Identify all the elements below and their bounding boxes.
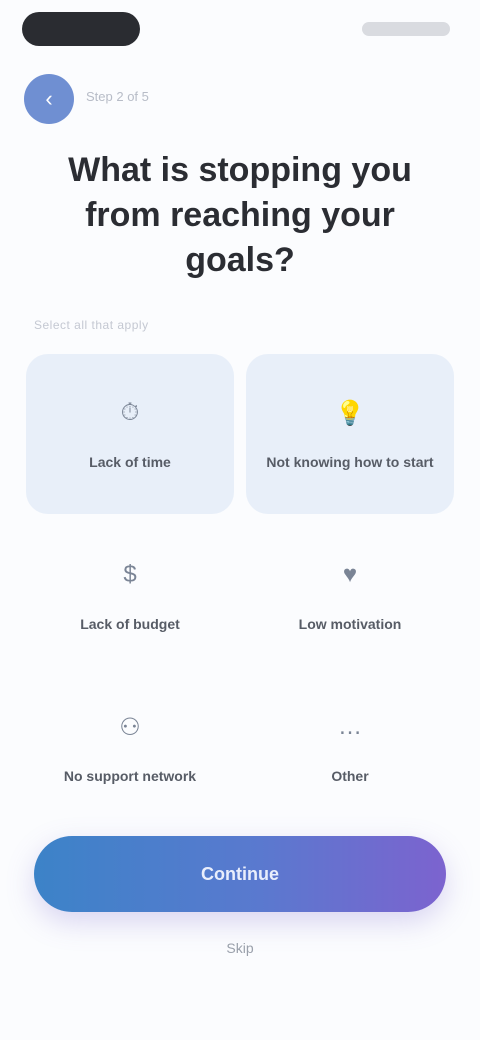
money-icon: $ [123, 561, 137, 588]
option-label: No support network [63, 768, 197, 784]
continue-button[interactable]: Continue [34, 836, 446, 912]
people-icon: ⚇ [119, 713, 141, 741]
option-no-support-network[interactable]: ⚇ No support network [26, 668, 234, 828]
step-indicator: Step 2 of 5 [86, 89, 149, 104]
skip-link[interactable]: Skip [0, 940, 480, 956]
other-icon: … [338, 713, 362, 740]
option-label: Other [331, 768, 369, 784]
option-other[interactable]: … Other [246, 668, 454, 828]
back-button[interactable]: ‹ [24, 74, 74, 124]
option-label: Lack of time [89, 454, 171, 470]
option-label: Lack of budget [80, 616, 180, 632]
page-title: What is stopping you from reaching your … [68, 151, 412, 279]
chevron-left-icon: ‹ [45, 86, 53, 111]
option-low-motivation[interactable]: ♥ Low motivation [246, 516, 454, 676]
option-lack-of-budget[interactable]: $ Lack of budget [26, 516, 234, 676]
clock-icon: ⏱ [120, 399, 140, 426]
option-label: Not knowing how to start [266, 454, 434, 470]
status-bar-indicators [362, 22, 450, 36]
section-label: Select all that apply [34, 318, 149, 332]
option-lack-of-time[interactable]: ⏱ Lack of time [26, 354, 234, 514]
lightbulb-icon: 💡 [335, 399, 365, 427]
motivation-icon: ♥ [342, 561, 358, 588]
option-label: Low motivation [298, 616, 402, 632]
option-not-knowing-how-to-start[interactable]: 💡 Not knowing how to start [246, 354, 454, 514]
status-bar-time-pill [22, 12, 140, 46]
